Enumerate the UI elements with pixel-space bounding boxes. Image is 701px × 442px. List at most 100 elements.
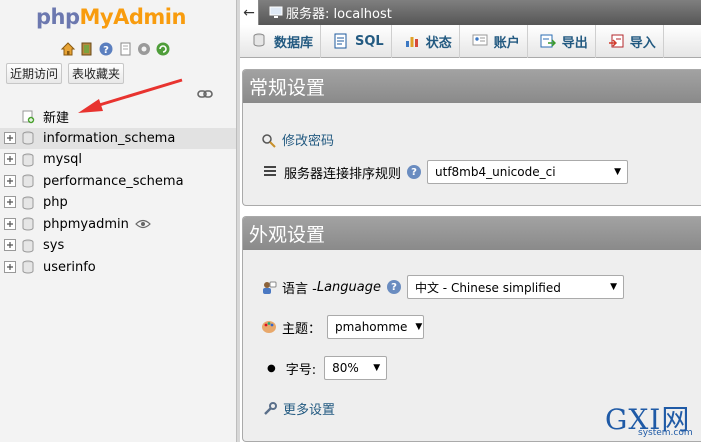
theme-row: 主题： pmahomme ▼ (261, 315, 425, 339)
general-settings-title: 常规设置 (243, 70, 701, 103)
theme-palette-icon (261, 319, 277, 335)
change-password-link[interactable]: 修改密码 (282, 130, 334, 149)
collation-help-icon[interactable]: ? (407, 165, 422, 179)
database-icon (21, 196, 35, 210)
link-chain-icon[interactable] (197, 88, 213, 103)
expand-plus-icon[interactable] (4, 196, 17, 209)
favorite-tables-button[interactable]: 表收藏夹 (68, 63, 125, 84)
watermark-site: system.com (638, 428, 693, 438)
expand-plus-icon[interactable] (4, 217, 17, 231)
tab-label: 状态 (425, 35, 452, 51)
language-row: 语言 - Language ? 中文 - Chinese simplified ▼ (261, 275, 624, 299)
help-icon[interactable]: ? (98, 41, 114, 57)
expand-plus-icon[interactable] (4, 131, 17, 145)
status-chart-icon (404, 33, 420, 49)
language-select-value: 中文 - Chinese simplified (414, 280, 561, 295)
more-settings-row: 更多设置 (262, 399, 335, 418)
back-arrow-icon: ← (243, 4, 255, 21)
server-icon (269, 6, 283, 19)
tree-db-php[interactable]: php (0, 192, 236, 214)
tree-db-performance_schema[interactable]: performance_schema (0, 171, 236, 193)
breadcrumb-bar: ← 服务器: localhost (240, 0, 701, 25)
more-settings-link[interactable]: 更多设置 (283, 399, 335, 418)
expand-plus-icon[interactable] (4, 260, 17, 274)
expand-plus-icon[interactable] (4, 174, 17, 188)
tab-label: 数据库 (274, 35, 314, 51)
server-breadcrumb[interactable]: 服务器: localhost (286, 3, 392, 22)
tree-db-label: mysql (43, 152, 82, 168)
logo-myadmin-text: MyAdmin (79, 5, 187, 29)
tab-export[interactable]: 导出 (528, 24, 596, 58)
chevron-down-icon: ▼ (415, 322, 423, 332)
user-card-icon (472, 33, 488, 49)
tree-db-label: userinfo (43, 259, 96, 275)
chevron-down-icon: ▼ (614, 167, 622, 177)
expand-plus-icon[interactable] (4, 239, 17, 252)
tree-db-mysql[interactable]: mysql (0, 149, 236, 171)
wrench-icon (262, 401, 278, 417)
nav-icon-bar: ? (60, 40, 171, 58)
collation-row: 服务器连接排序规则 ? utf8mb4_unicode_ci ▼ (263, 160, 629, 184)
font-size-select[interactable]: 80% ▼ (324, 356, 388, 380)
navigation-panel: phpMyAdmin ? 近期访问 表收藏夹 新建 information_sc… (0, 0, 236, 442)
tree-db-userinfo[interactable]: userinfo (0, 257, 236, 279)
expand-plus-icon[interactable] (4, 153, 17, 166)
language-label: 语言 - (282, 281, 317, 297)
theme-label: 主题 (282, 321, 309, 337)
language-help-icon[interactable]: ? (386, 280, 401, 294)
tree-db-label: phpmyadmin (43, 216, 129, 232)
tab-user-card[interactable]: 账户 (460, 24, 528, 58)
font-size-row: ● 80% 字号: 80% ▼ (267, 356, 388, 380)
general-settings-panel: 常规设置 修改密码 服务器连接排序规则 ? utf8mb4_unicode_ci… (242, 69, 701, 206)
tab-sql[interactable]: SQL (321, 24, 392, 58)
tree-db-label: information_schema (43, 130, 176, 146)
exit-icon[interactable] (79, 41, 95, 57)
change-password-row: 修改密码 (261, 130, 334, 149)
content-area: 常规设置 修改密码 服务器连接排序规则 ? utf8mb4_unicode_ci… (240, 58, 701, 442)
logo-php-text: php (36, 5, 80, 29)
language-label-en: Language (316, 279, 381, 295)
import-icon (608, 33, 624, 49)
docs-icon[interactable] (117, 41, 133, 57)
collapse-nav-button[interactable]: ← (240, 0, 259, 25)
tree-new-label: 新建 (43, 111, 70, 127)
tree-db-phpmyadmin[interactable]: phpmyadmin (0, 214, 236, 236)
database-icon (21, 239, 35, 253)
theme-label-colon: ： (308, 321, 322, 337)
chevron-down-icon: ▼ (610, 282, 617, 292)
list-icon (263, 164, 279, 180)
export-icon (540, 33, 556, 49)
database-icon (21, 260, 35, 274)
tree-db-sys[interactable]: sys (0, 235, 236, 257)
appearance-settings-title: 外观设置 (243, 217, 701, 250)
font-size-label-text: 字号: (285, 362, 317, 378)
database-icon (21, 174, 35, 188)
chevron-down-icon: ▼ (373, 363, 381, 373)
database-icon (21, 131, 35, 145)
tab-database[interactable]: 数据库 (240, 24, 322, 58)
reload-icon[interactable] (155, 41, 171, 57)
database-icon (21, 153, 35, 167)
tree-new-item[interactable]: 新建 (0, 106, 236, 128)
change-password-icon (261, 132, 277, 148)
language-select[interactable]: 中文 - Chinese simplified ▼ (406, 275, 624, 299)
recent-tables-button[interactable]: 近期访问 (6, 63, 63, 84)
theme-select[interactable]: pmahomme ▼ (327, 315, 425, 339)
settings-gear-icon[interactable] (136, 41, 152, 57)
home-icon[interactable] (60, 41, 76, 57)
collation-label: 服务器连接排序规则 (284, 166, 402, 182)
bullet: ● (267, 362, 276, 374)
eye-icon[interactable] (134, 219, 151, 229)
tab-import[interactable]: 导入 (596, 24, 664, 58)
phpmyadmin-logo[interactable]: phpMyAdmin (36, 5, 186, 29)
database-tree: 新建 information_schemamysql performance_sc… (0, 106, 236, 278)
top-menu-tabs: 数据库 SQL 状态 账户 导出 导入 (240, 24, 701, 58)
tab-status-chart[interactable]: 状态 (392, 24, 460, 58)
tab-label: 账户 (493, 35, 520, 51)
collation-select[interactable]: utf8mb4_unicode_ci ▼ (427, 160, 629, 184)
tree-db-label: sys (43, 238, 65, 254)
tree-db-information_schema[interactable]: information_schema (0, 127, 236, 149)
svg-text:?: ? (103, 45, 109, 56)
tree-db-label: php (43, 195, 68, 211)
database-icon (21, 217, 35, 231)
